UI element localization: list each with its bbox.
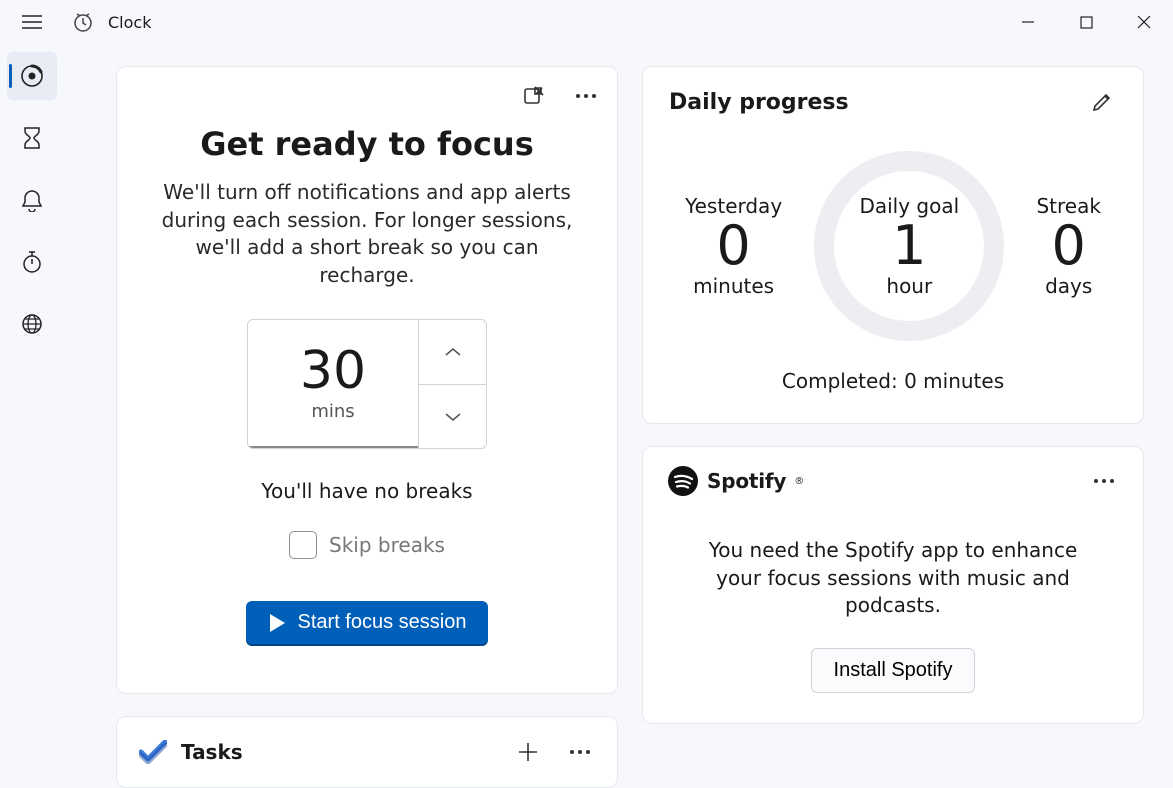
spotify-logo: Spotify® <box>667 465 804 497</box>
nav-alarm[interactable] <box>7 176 57 224</box>
skip-breaks-label: Skip breaks <box>329 533 445 557</box>
duration-increase-button[interactable] <box>419 320 486 385</box>
completed-text: Completed: 0 minutes <box>669 369 1117 393</box>
title-bar: Clock <box>0 0 1173 44</box>
nav-timer[interactable] <box>7 114 57 162</box>
daily-progress-title: Daily progress <box>669 90 849 115</box>
tasks-more-button[interactable] <box>565 737 595 767</box>
add-task-button[interactable] <box>513 737 543 767</box>
yesterday-stat: Yesterday 0 minutes <box>685 194 782 299</box>
duration-unit: mins <box>311 401 354 422</box>
spotify-more-button[interactable] <box>1089 466 1119 496</box>
daily-progress-card: Daily progress Yesterday 0 minutes Dai <box>642 66 1144 424</box>
clock-app-icon <box>72 11 94 33</box>
collapse-icon[interactable] <box>519 81 549 111</box>
tasks-title: Tasks <box>181 740 243 764</box>
skip-breaks-checkbox[interactable] <box>289 531 317 559</box>
streak-stat: Streak 0 days <box>1036 194 1100 299</box>
tasks-icon <box>139 740 167 764</box>
minimize-button[interactable] <box>999 2 1057 42</box>
nav-stopwatch[interactable] <box>7 238 57 286</box>
start-focus-session-button[interactable]: Start focus session <box>246 601 489 646</box>
breaks-info: You'll have no breaks <box>143 479 591 503</box>
maximize-button[interactable] <box>1057 2 1115 42</box>
hamburger-menu-button[interactable] <box>0 0 64 44</box>
nav-sidebar <box>0 44 64 788</box>
duration-picker[interactable]: 30 mins <box>247 319 487 449</box>
spotify-description: You need the Spotify app to enhance your… <box>667 537 1119 620</box>
play-icon <box>268 613 286 633</box>
tasks-card: Tasks <box>116 716 618 788</box>
focus-description: We'll turn off notifications and app ale… <box>143 179 591 289</box>
start-button-label: Start focus session <box>298 611 467 634</box>
focus-session-card: Get ready to focus We'll turn off notifi… <box>116 66 618 694</box>
more-options-button[interactable] <box>571 81 601 111</box>
app-title: Clock <box>108 13 151 32</box>
close-button[interactable] <box>1115 2 1173 42</box>
install-spotify-button[interactable]: Install Spotify <box>811 648 976 693</box>
duration-value: 30 <box>300 345 366 397</box>
spotify-card: Spotify® You need the Spotify app to enh… <box>642 446 1144 724</box>
daily-goal-ring: Daily goal 1 hour <box>814 151 1004 341</box>
nav-world-clock[interactable] <box>7 300 57 348</box>
nav-focus-sessions[interactable] <box>7 52 57 100</box>
duration-decrease-button[interactable] <box>419 385 486 449</box>
edit-progress-button[interactable] <box>1087 87 1117 117</box>
focus-heading: Get ready to focus <box>143 125 591 163</box>
